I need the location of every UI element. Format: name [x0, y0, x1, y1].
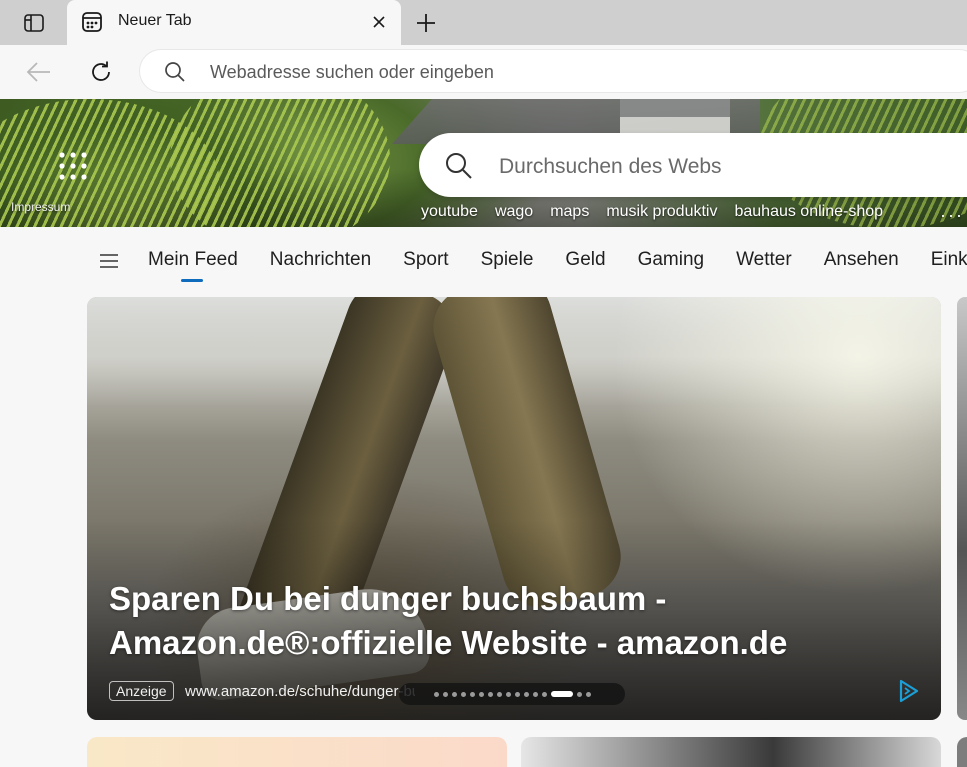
- quick-link-maps[interactable]: maps: [550, 203, 589, 225]
- ad-headline-line-1: Sparen Du bei dunger buchsbaum -: [109, 580, 667, 617]
- carousel-dot[interactable]: [576, 691, 582, 697]
- tab-strip: Neuer Tab: [0, 0, 967, 45]
- carousel-indicator[interactable]: [399, 683, 625, 705]
- feed-tabs: Mein Feed Nachrichten Sport Spiele Geld …: [148, 249, 967, 282]
- tab-title: Neuer Tab: [118, 12, 192, 29]
- arrow-left-icon: [26, 62, 50, 82]
- tab-wetter[interactable]: Wetter: [736, 249, 792, 271]
- carousel-dot[interactable]: [469, 691, 475, 697]
- feed-navigation: Mein Feed Nachrichten Sport Spiele Geld …: [0, 227, 967, 297]
- quick-link-musik-produktiv[interactable]: musik produktiv: [606, 203, 717, 225]
- search-icon: [446, 153, 472, 179]
- apps-launcher-button[interactable]: [58, 151, 88, 181]
- web-search-input[interactable]: [497, 149, 941, 185]
- tab-nachrichten[interactable]: Nachrichten: [270, 249, 371, 271]
- carousel-dot[interactable]: [460, 691, 466, 697]
- ad-headline-line-2: Amazon.de®:offizielle Website - amazon.d…: [109, 624, 788, 661]
- next-card-peek[interactable]: [957, 297, 967, 720]
- quick-links: youtube wago maps musik produktiv bauhau…: [421, 203, 883, 225]
- quick-link-bauhaus[interactable]: bauhaus online-shop: [734, 203, 883, 225]
- address-input[interactable]: [208, 56, 912, 88]
- carousel-dot[interactable]: [478, 691, 484, 697]
- plus-icon: [417, 14, 435, 32]
- tab-spiele[interactable]: Spiele: [481, 249, 534, 271]
- tab-mein-feed[interactable]: Mein Feed: [148, 249, 238, 282]
- feed-card-peek[interactable]: [521, 737, 941, 767]
- carousel-dot[interactable]: [514, 691, 520, 697]
- tab-geld[interactable]: Geld: [565, 249, 605, 271]
- adchoices-icon[interactable]: [895, 678, 921, 704]
- reload-button[interactable]: [86, 57, 116, 87]
- carousel-dot[interactable]: [523, 691, 529, 697]
- back-button[interactable]: [24, 57, 54, 87]
- ad-headline: Sparen Du bei dunger buchsbaum - Amazon.…: [109, 577, 869, 665]
- hamburger-icon: [100, 254, 118, 268]
- carousel-dot[interactable]: [541, 691, 547, 697]
- ad-card[interactable]: Sparen Du bei dunger buchsbaum - Amazon.…: [87, 297, 941, 720]
- app-grid-icon: [59, 152, 87, 180]
- search-icon: [165, 62, 185, 82]
- ad-badge: Anzeige: [109, 681, 174, 701]
- more-links-button[interactable]: ···: [940, 205, 964, 226]
- reload-icon: [92, 61, 110, 81]
- impressum-link[interactable]: Impressum: [11, 200, 70, 214]
- feed-menu-button[interactable]: [98, 251, 120, 271]
- new-tab-button[interactable]: [412, 9, 440, 37]
- carousel-dot[interactable]: [505, 691, 511, 697]
- browser-toolbar: [0, 45, 967, 99]
- carousel-dot[interactable]: [433, 691, 439, 697]
- web-search-box[interactable]: [419, 133, 967, 197]
- tab-sport[interactable]: Sport: [403, 249, 448, 271]
- close-icon: [373, 16, 385, 28]
- address-bar[interactable]: [140, 50, 967, 92]
- tab-close-button[interactable]: [369, 12, 389, 32]
- tab-gaming[interactable]: Gaming: [638, 249, 705, 271]
- workspaces-icon: [24, 14, 44, 32]
- tab-ansehen[interactable]: Ansehen: [824, 249, 899, 271]
- carousel-dot[interactable]: [442, 691, 448, 697]
- tab-neuer-tab[interactable]: Neuer Tab: [67, 0, 401, 45]
- feed-card-peek[interactable]: [87, 737, 507, 767]
- carousel-dot[interactable]: [585, 691, 591, 697]
- new-tab-page-icon: [82, 12, 102, 32]
- tab-actions-button[interactable]: [14, 9, 54, 37]
- tab-einkaufen[interactable]: Eink: [931, 249, 967, 271]
- feed-card-peek[interactable]: [957, 737, 967, 767]
- carousel-dot[interactable]: [532, 691, 538, 697]
- fern-decoration: [170, 99, 390, 227]
- carousel-dot[interactable]: [487, 691, 493, 697]
- carousel-dot[interactable]: [496, 691, 502, 697]
- ad-url: www.amazon.de/schuhe/dunger-buchsbaum: [185, 683, 415, 700]
- quick-link-wago[interactable]: wago: [495, 203, 533, 225]
- quick-link-youtube[interactable]: youtube: [421, 203, 478, 225]
- carousel-dot-active[interactable]: [550, 691, 573, 697]
- carousel-dot[interactable]: [451, 691, 457, 697]
